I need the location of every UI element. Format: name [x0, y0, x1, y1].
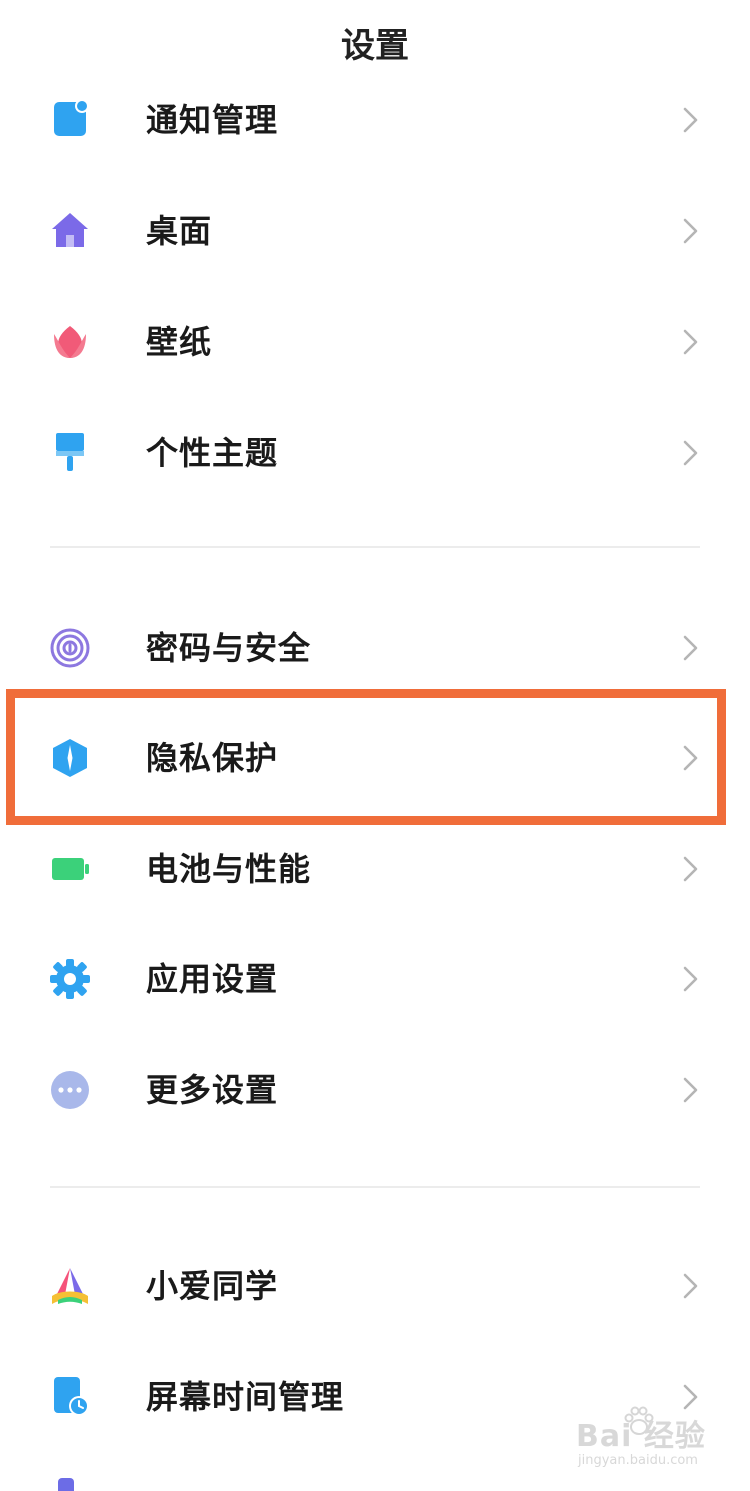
settings-item-label: 密码与安全: [146, 629, 312, 667]
chevron-right-icon: [680, 853, 702, 885]
gear-icon: [48, 959, 92, 999]
settings-item-label: 通知管理: [146, 101, 279, 139]
watermark-url: jingyan.baidu.com: [578, 1453, 698, 1468]
fingerprint-icon: [48, 628, 92, 668]
notification-icon: [48, 100, 92, 140]
screen-time-icon: [48, 1377, 92, 1417]
settings-item-label: 屏幕时间管理: [146, 1378, 345, 1416]
settings-item-label: 个性主题: [146, 434, 279, 472]
settings-item-privacy[interactable]: 隐私保护: [0, 708, 750, 808]
settings-item-more-settings[interactable]: 更多设置: [0, 1040, 750, 1140]
chevron-right-icon: [680, 437, 702, 469]
chevron-right-icon: [680, 1074, 702, 1106]
settings-item-app-settings[interactable]: 应用设置: [0, 929, 750, 1029]
settings-item-theme[interactable]: 个性主题: [0, 403, 750, 503]
settings-item-desktop[interactable]: 桌面: [0, 181, 750, 281]
chevron-right-icon: [680, 215, 702, 247]
baidu-jingyan-watermark: Bai 经验 jingyan.baidu.com: [570, 1405, 730, 1480]
settings-item-password-security[interactable]: 密码与安全: [0, 598, 750, 698]
xiaoai-icon: [48, 1266, 92, 1306]
settings-item-label: 更多设置: [146, 1071, 279, 1109]
paintbrush-icon: [48, 433, 92, 473]
settings-item-label: 桌面: [146, 212, 213, 250]
settings-item-notification[interactable]: 通知管理: [0, 70, 750, 170]
settings-item-label: 壁纸: [146, 323, 213, 361]
settings-item-label: 应用设置: [146, 960, 279, 998]
settings-item-label: 隐私保护: [146, 739, 279, 777]
settings-item-wallpaper[interactable]: 壁纸: [0, 292, 750, 392]
privacy-shield-icon: [48, 738, 92, 778]
settings-item-xiaoai[interactable]: 小爱同学: [0, 1236, 750, 1336]
home-icon: [48, 211, 92, 251]
chevron-right-icon: [680, 1270, 702, 1302]
page-title: 设置: [341, 26, 409, 66]
chevron-right-icon: [680, 326, 702, 358]
battery-icon: [48, 849, 92, 889]
chevron-right-icon: [680, 742, 702, 774]
settings-item-label: 小爱同学: [146, 1267, 279, 1305]
more-dots-icon: [48, 1070, 92, 1110]
chevron-right-icon: [680, 632, 702, 664]
chevron-right-icon: [680, 104, 702, 136]
tulip-icon: [48, 322, 92, 362]
partial-next-item-icon: [58, 1478, 74, 1491]
section-divider: [50, 1186, 700, 1188]
watermark-brand: Bai 经验: [576, 1419, 706, 1454]
section-divider: [50, 546, 700, 548]
chevron-right-icon: [680, 963, 702, 995]
settings-item-label: 电池与性能: [146, 850, 312, 888]
settings-item-battery[interactable]: 电池与性能: [0, 819, 750, 919]
